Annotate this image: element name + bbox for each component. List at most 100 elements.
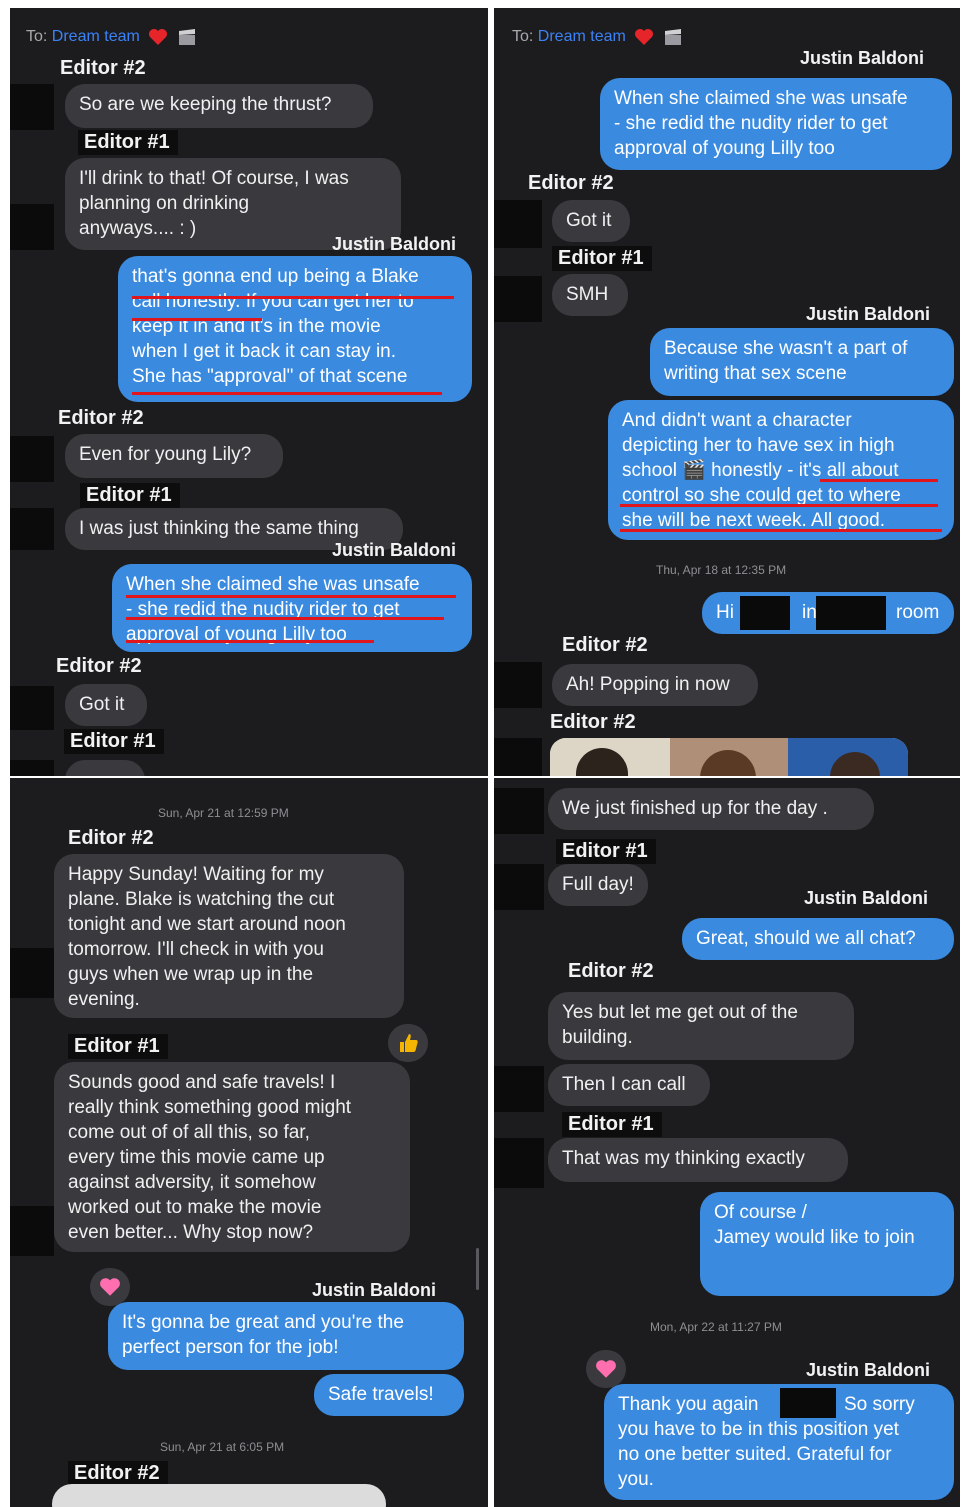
heart-icon — [100, 1278, 120, 1296]
message-bubble[interactable]: Happy Sunday! Waiting for my plane. Blak… — [54, 854, 404, 1018]
highlight-underline — [126, 617, 444, 620]
heart-reaction-icon[interactable] — [90, 1268, 130, 1306]
avatar — [10, 508, 54, 550]
message-bubble[interactable]: Yes but let me get out of the building. — [548, 992, 854, 1060]
sender-name: Editor #1 — [552, 246, 652, 271]
sender-name: Editor #2 — [568, 960, 654, 982]
sender-name: Justin Baldoni — [806, 1360, 931, 1380]
message-bubble[interactable]: We just finished up for the day . — [548, 788, 874, 830]
sender-name: Justin Baldoni — [332, 540, 457, 560]
highlight-underline — [126, 595, 456, 598]
panel-bottom-right: We just finished up for the day . Editor… — [494, 778, 960, 1507]
conversation-header: To: Dream team — [512, 28, 683, 46]
timestamp: Thu, Apr 18 at 12:35 PM — [656, 563, 787, 577]
avatar — [10, 436, 54, 482]
avatar — [10, 1206, 54, 1256]
timestamp: Sun, Apr 21 at 6:05 PM — [160, 1440, 285, 1454]
redaction-box — [780, 1388, 836, 1418]
highlight-underline — [126, 640, 374, 643]
sender-name: Editor #2 — [58, 407, 144, 429]
message-bubble[interactable]: That was my thinking exactly — [548, 1138, 848, 1182]
redaction-box — [816, 596, 886, 630]
sender-name: Editor #1 — [78, 130, 178, 155]
message-bubble-partial[interactable] — [52, 1484, 386, 1507]
sender-name: Editor #2 — [562, 634, 648, 656]
message-bubble[interactable]: SMH — [552, 274, 628, 316]
message-bubble[interactable]: Because she wasn't a part of writing tha… — [650, 328, 954, 396]
avatar — [494, 662, 542, 708]
recipient-name[interactable]: Dream team — [538, 28, 626, 45]
message-bubble[interactable]: It's gonna be great and you're the perfe… — [108, 1302, 464, 1370]
highlight-underline — [132, 296, 454, 299]
avatar — [494, 738, 542, 776]
highlight-underline — [132, 392, 442, 395]
timestamp: Mon, Apr 22 at 11:27 PM — [650, 1320, 782, 1334]
message-bubble-redacted[interactable]: Thank you again So sorry you have to be … — [604, 1384, 954, 1500]
avatar — [494, 864, 544, 910]
conversation-header: To: Dream team — [26, 28, 197, 46]
sender-name: Editor #2 — [550, 711, 636, 733]
sender-name: Editor #1 — [68, 1034, 168, 1059]
heart-icon — [635, 29, 654, 45]
message-bubble[interactable]: Sounds good and safe travels! I really t… — [54, 1062, 410, 1252]
sender-name: Editor #1 — [562, 1112, 662, 1137]
avatar — [494, 1138, 544, 1188]
message-bubble[interactable]: Got it — [552, 200, 630, 242]
avatar — [494, 1066, 544, 1112]
sender-name: Editor #2 — [60, 57, 146, 79]
thumbs-up-reaction-icon[interactable] — [388, 1024, 428, 1062]
sender-name: Editor #1 — [556, 839, 656, 864]
highlight-underline — [620, 504, 938, 507]
heart-icon — [149, 29, 168, 45]
avatar — [10, 204, 54, 250]
panel-divider — [488, 0, 494, 1507]
recipient-name[interactable]: Dream team — [52, 28, 140, 45]
photo-attachment[interactable] — [550, 738, 908, 776]
panel-bottom-left: Sun, Apr 21 at 12:59 PM Editor #2 Happy … — [10, 778, 488, 1507]
sender-name: Editor #2 — [68, 1461, 168, 1486]
sender-name: Justin Baldoni — [806, 304, 931, 324]
panel-top-left: To: Dream team Editor #2 So are we keepi… — [10, 8, 488, 778]
message-bubble[interactable]: When she claimed she was unsafe - she re… — [600, 78, 952, 170]
message-bubble[interactable]: Then I can call — [548, 1064, 710, 1106]
highlight-underline — [820, 479, 938, 482]
sender-name: Justin Baldoni — [804, 888, 929, 908]
sender-name: Editor #2 — [528, 172, 614, 194]
message-bubble[interactable]: Even for young Lily? — [65, 434, 283, 478]
panel-top-right: To: Dream team Justin Baldoni When she c… — [494, 8, 960, 776]
avatar — [10, 84, 54, 130]
scrollbar[interactable] — [476, 1248, 479, 1290]
avatar — [10, 948, 54, 998]
clapperboard-icon — [664, 29, 681, 45]
clapperboard-icon — [178, 29, 195, 45]
panel-divider — [0, 776, 963, 778]
sender-name: Editor #1 — [64, 729, 164, 754]
message-bubble[interactable]: that's gonna end up being a Blake call h… — [118, 256, 472, 402]
message-bubble[interactable]: So are we keeping the thrust? — [65, 84, 373, 128]
avatar — [494, 200, 542, 248]
sender-name: Justin Baldoni — [312, 1280, 437, 1300]
avatar — [494, 788, 544, 834]
heart-icon — [596, 1360, 616, 1378]
timestamp: Sun, Apr 21 at 12:59 PM — [158, 806, 289, 820]
message-bubble[interactable]: Safe travels! — [314, 1374, 464, 1416]
sender-name: Editor #2 — [56, 655, 142, 677]
sender-name: Justin Baldoni — [332, 234, 457, 254]
avatar — [10, 686, 54, 730]
message-bubble[interactable]: Full day! — [548, 864, 648, 906]
message-bubble[interactable]: Ah! Popping in now — [552, 664, 758, 706]
sender-name: Editor #2 — [68, 827, 154, 849]
highlight-underline — [132, 318, 262, 321]
message-bubble[interactable]: Got it — [65, 684, 147, 726]
redaction-box — [740, 596, 790, 630]
heart-reaction-icon[interactable] — [586, 1350, 626, 1388]
sender-name: Editor #1 — [80, 483, 180, 508]
thumbs-up-icon — [400, 1034, 418, 1052]
avatar — [494, 276, 542, 322]
message-bubble[interactable]: Of course / Jamey would like to join — [700, 1192, 954, 1296]
highlight-underline — [620, 529, 942, 532]
sender-name: Justin Baldoni — [800, 48, 925, 68]
message-bubble[interactable]: And didn't want a character depicting he… — [608, 400, 954, 540]
message-bubble[interactable]: Great, should we all chat? — [682, 918, 954, 960]
message-bubble[interactable]: When she claimed she was unsafe - she re… — [112, 564, 472, 652]
